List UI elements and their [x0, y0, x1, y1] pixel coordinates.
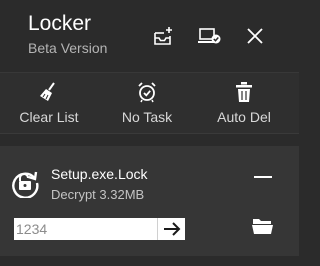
task-file-name: Setup.exe.Lock [51, 166, 148, 182]
close-icon [247, 28, 263, 44]
no-task-label: No Task [121, 109, 173, 125]
title-bar: Locker Beta Version [0, 0, 299, 72]
unlock-refresh-icon [12, 171, 39, 198]
auto-delete-label: Auto Del [217, 109, 271, 125]
toolbar: Clear List No Task Auto Del [0, 72, 299, 134]
folder-open-icon [252, 219, 273, 234]
clear-list-button[interactable]: Clear List [18, 81, 80, 129]
task-status: Decrypt 3.32MB [51, 187, 145, 202]
device-check-button[interactable] [197, 24, 221, 48]
add-inbox-button[interactable] [151, 24, 175, 48]
arrow-right-icon [163, 222, 180, 236]
alarm-clock-icon [136, 81, 158, 103]
password-input[interactable] [14, 218, 157, 240]
remove-task-button[interactable] [252, 170, 274, 184]
clear-list-label: Clear List [19, 109, 79, 125]
task-item: Setup.exe.Lock Decrypt 3.32MB [0, 146, 299, 256]
trash-icon [233, 81, 255, 103]
open-folder-button[interactable] [251, 214, 275, 236]
broom-icon [38, 81, 60, 103]
auto-delete-button[interactable]: Auto Del [214, 81, 274, 129]
app-title: Locker [28, 12, 92, 35]
app-subtitle: Beta Version [28, 40, 108, 56]
minus-icon [254, 176, 272, 178]
submit-password-button[interactable] [157, 218, 185, 240]
inbox-add-icon [154, 27, 172, 45]
laptop-check-icon [198, 28, 221, 44]
close-button[interactable] [243, 24, 267, 48]
no-task-button[interactable]: No Task [118, 81, 176, 129]
